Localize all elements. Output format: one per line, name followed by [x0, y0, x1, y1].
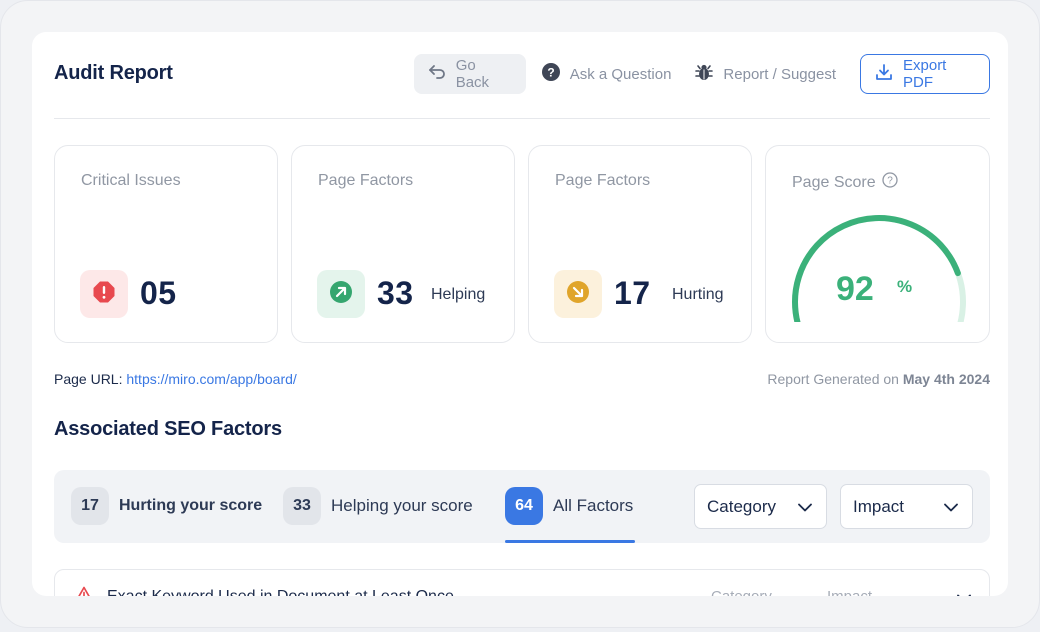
- tab-all-factors-count: 64: [505, 487, 543, 525]
- warning-triangle-icon: [75, 586, 93, 596]
- tab-all-factors[interactable]: 64 All Factors: [505, 487, 633, 525]
- page-score-label-row: Page Score ?: [792, 172, 898, 193]
- category-select-value: Category: [707, 496, 776, 516]
- hurting-factors-value: 17: [614, 275, 651, 311]
- alert-octagon-icon: [92, 280, 116, 309]
- page-url-line: Page URL: https://miro.com/app/board/: [54, 371, 297, 387]
- active-tab-indicator: [505, 540, 635, 543]
- question-circle-icon: ?: [541, 63, 560, 85]
- impact-select[interactable]: Impact: [840, 484, 973, 529]
- export-pdf-label: Export PDF: [903, 57, 947, 91]
- page-score-card: Page Score ? 92 %: [765, 145, 990, 347]
- hurting-label: Hurting: [672, 286, 724, 303]
- tab-helping[interactable]: 33 Helping your score: [283, 487, 473, 525]
- page-title: Audit Report: [54, 62, 173, 84]
- report-suggest-button[interactable]: Report / Suggest: [695, 54, 836, 94]
- page-url-link[interactable]: https://miro.com/app/board/: [126, 371, 296, 387]
- hurting-factors-label: Page Factors: [555, 172, 651, 189]
- report-generated-prefix: Report Generated on: [767, 371, 899, 387]
- report-suggest-label: Report / Suggest: [723, 65, 836, 83]
- return-arrow-icon: [428, 65, 446, 83]
- hurting-factors-card: Page Factors 17 Hurting: [528, 145, 752, 343]
- audit-report-card: Audit Report Go Back ? Ask a Question Re…: [32, 32, 1008, 596]
- factor-row[interactable]: Exact Keyword Used in Document at Least …: [54, 569, 990, 596]
- arrow-up-right-icon: [329, 280, 353, 309]
- tab-helping-count: 33: [283, 487, 321, 525]
- arrow-down-right-icon: [566, 280, 590, 309]
- helping-factors-value: 33: [377, 275, 414, 311]
- helping-label: Helping: [431, 286, 486, 303]
- header: Audit Report Go Back ? Ask a Question Re…: [54, 54, 990, 94]
- gauge-fill: [792, 215, 961, 347]
- tab-helping-label: Helping your score: [331, 496, 473, 515]
- category-select[interactable]: Category: [694, 484, 827, 529]
- go-back-label: Go Back: [455, 57, 490, 91]
- svg-text:?: ?: [547, 66, 554, 80]
- chevron-down-icon: [944, 497, 958, 517]
- ask-question-button[interactable]: ? Ask a Question: [541, 54, 672, 94]
- helping-factors-card: Page Factors 33 Helping: [291, 145, 515, 343]
- critical-issues-label: Critical Issues: [81, 172, 181, 189]
- score-gauge: [784, 212, 974, 347]
- help-circle-icon[interactable]: ?: [881, 172, 898, 193]
- header-actions: Go Back ? Ask a Question Report / Sugges…: [413, 54, 990, 94]
- tab-hurting-count: 17: [71, 487, 109, 525]
- tab-all-factors-label: All Factors: [553, 496, 634, 515]
- tab-hurting-label: Hurting your score: [119, 497, 263, 514]
- factor-row-category: Category: [711, 588, 772, 596]
- chevron-down-icon[interactable]: [957, 590, 971, 596]
- critical-issues-value: 05: [140, 275, 177, 311]
- factor-row-title: Exact Keyword Used in Document at Least …: [107, 588, 454, 596]
- export-pdf-button[interactable]: Export PDF: [860, 54, 990, 94]
- page-score-value: 92: [836, 270, 874, 308]
- ask-question-label: Ask a Question: [569, 65, 672, 83]
- section-title: Associated SEO Factors: [54, 418, 282, 440]
- critical-icon-tile: [80, 270, 128, 318]
- critical-issues-card: Critical Issues 05: [54, 145, 278, 343]
- factor-row-impact: Impact: [827, 588, 872, 596]
- helping-factors-label: Page Factors: [318, 172, 414, 189]
- report-generated-date: May 4th 2024: [902, 371, 990, 387]
- tab-hurting[interactable]: 17 Hurting your score: [71, 487, 262, 525]
- download-icon: [875, 63, 893, 85]
- bug-icon: [695, 63, 714, 85]
- go-back-button[interactable]: Go Back: [413, 54, 526, 94]
- gauge-track: [792, 215, 966, 347]
- filter-bar: 17 Hurting your score 33 Helping your sc…: [54, 470, 990, 543]
- hurting-icon-tile: [554, 270, 602, 318]
- page-score-unit: %: [897, 277, 913, 296]
- svg-text:?: ?: [887, 176, 893, 187]
- page-score-label: Page Score: [792, 173, 876, 191]
- report-generated-line: Report Generated on May 4th 2024: [767, 371, 990, 387]
- impact-select-value: Impact: [853, 496, 905, 516]
- page-url-label: Page URL:: [54, 371, 123, 387]
- helping-icon-tile: [317, 270, 365, 318]
- chevron-down-icon: [798, 497, 812, 517]
- header-divider: [54, 118, 990, 119]
